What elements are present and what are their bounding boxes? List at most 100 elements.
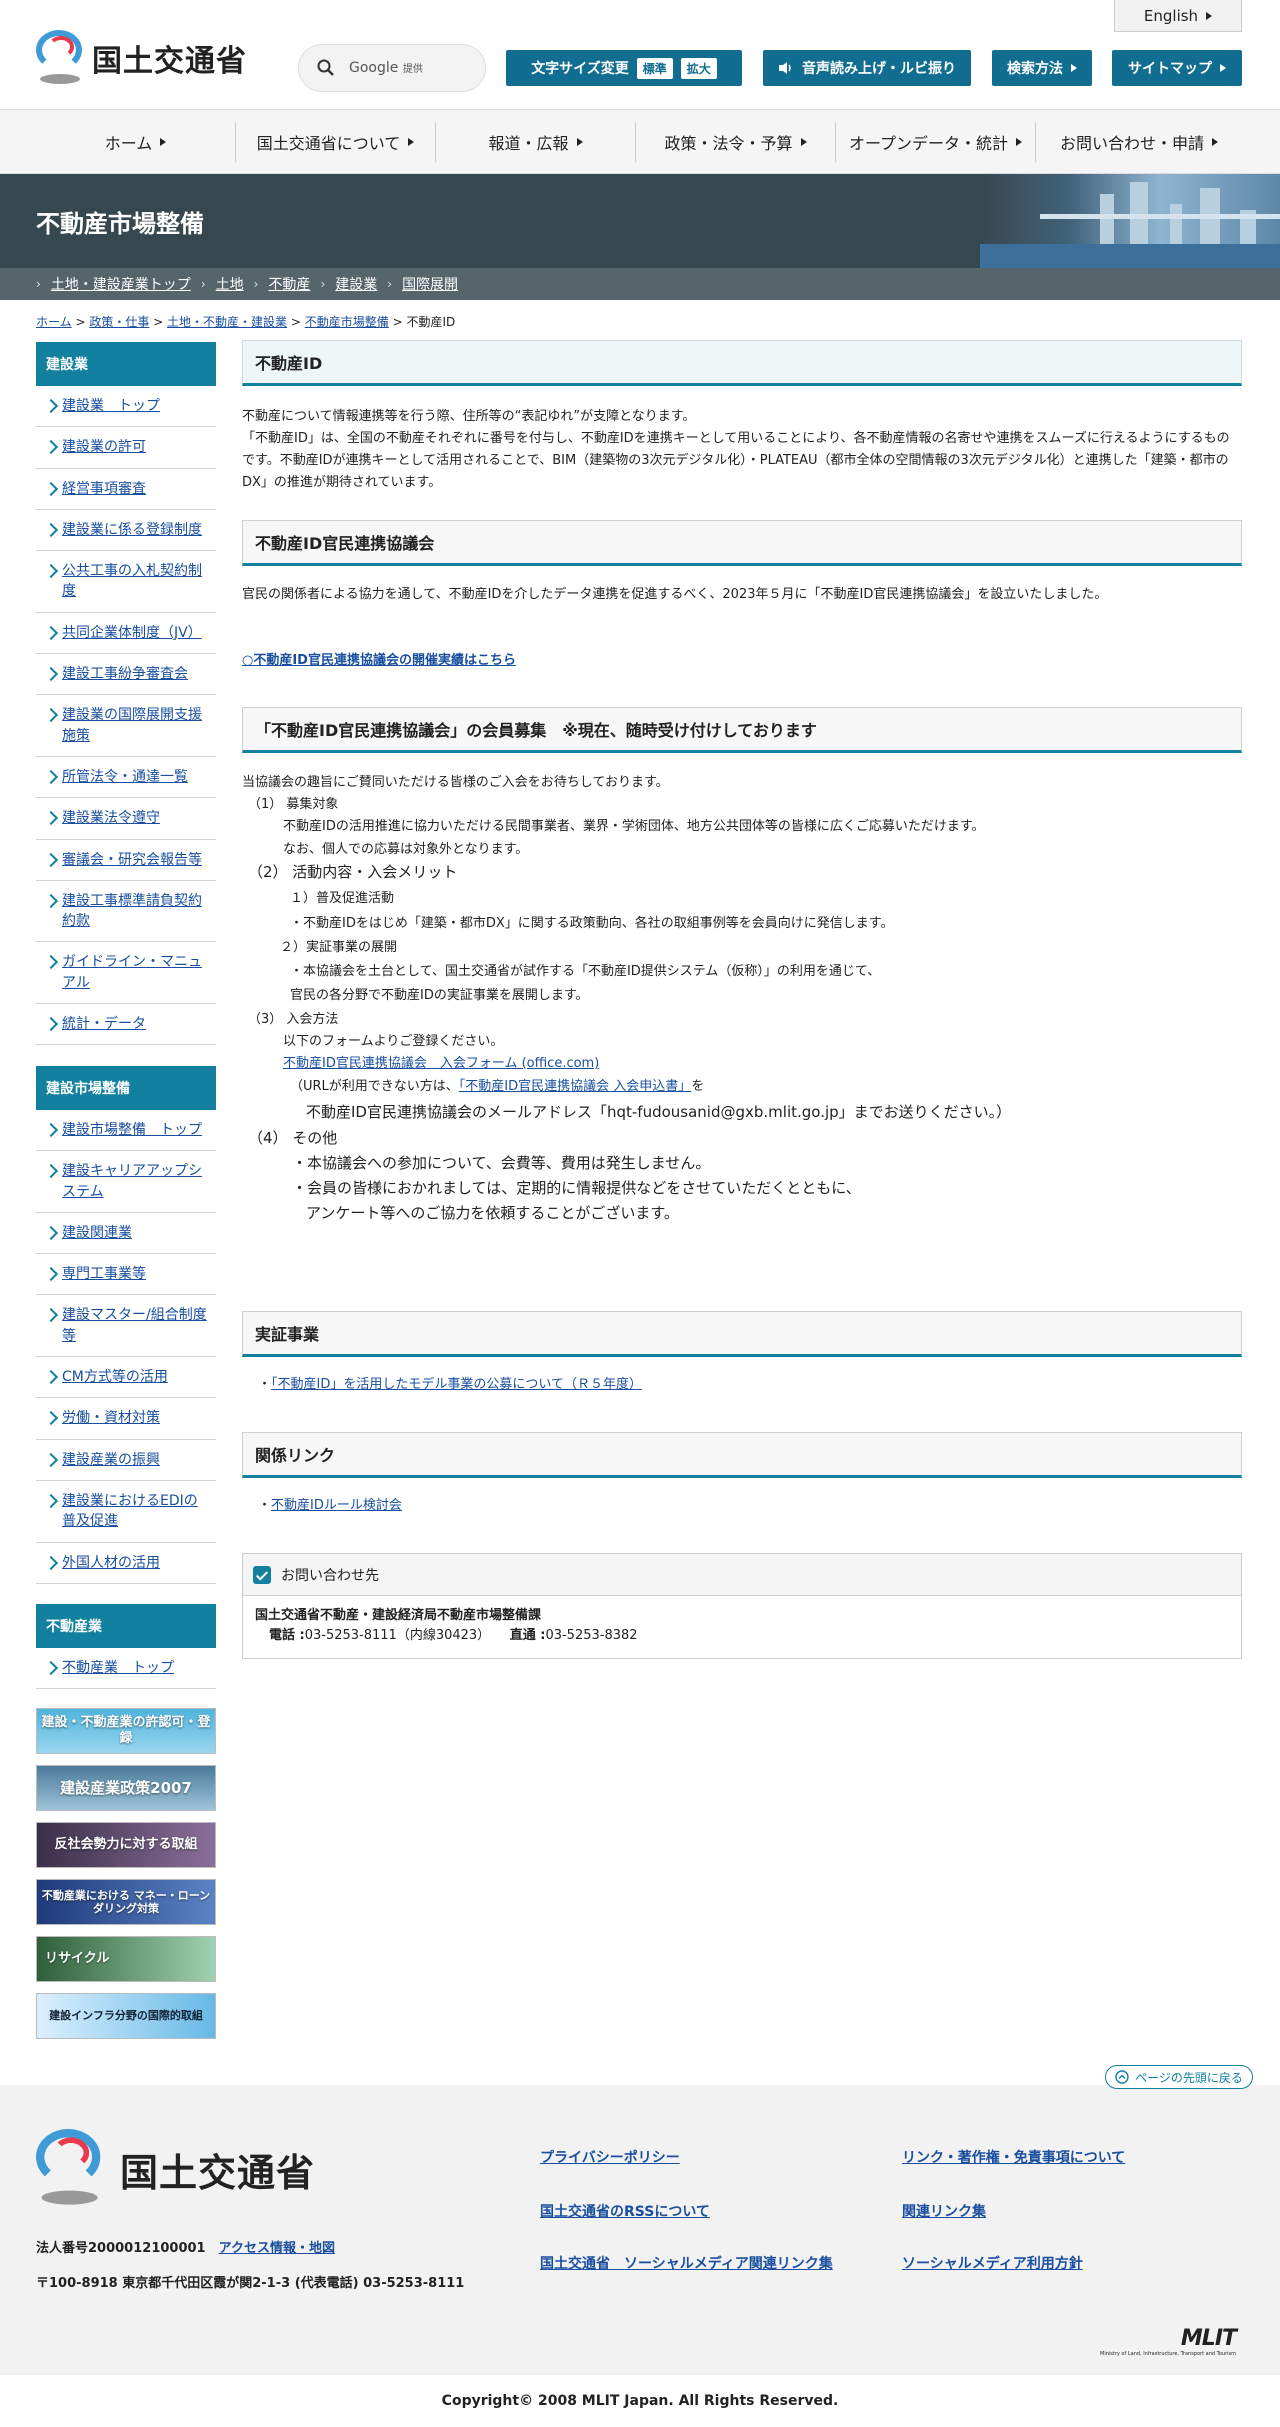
nav-contact[interactable]: お問い合わせ・申請	[1036, 122, 1242, 162]
sidebar-item[interactable]: 建設関連業	[36, 1213, 216, 1255]
sidebar-item[interactable]: 建設業の国際展開支援施策	[36, 695, 216, 757]
sidebar-item[interactable]: 共同企業体制度（JV）	[36, 613, 216, 655]
sidebar-link[interactable]: 建設業におけるEDIの普及促進	[62, 1493, 198, 1529]
site-logo[interactable]: 国土交通省	[36, 30, 247, 86]
sidebar-item[interactable]: 建設産業の振興	[36, 1440, 216, 1481]
sidebar-link[interactable]: 建設業法令遵守	[62, 810, 160, 826]
sidebar-item[interactable]: 経営事項審査	[36, 469, 216, 510]
banner-infra-international[interactable]: 建設インフラ分野の国際的取組	[36, 1993, 216, 2039]
sidebar-item[interactable]: CM方式等の活用	[36, 1357, 216, 1399]
search-method-button[interactable]: 検索方法	[992, 50, 1092, 86]
application-form-link[interactable]: 「不動産ID官民連携協議会 入会申込書」	[459, 1079, 691, 1094]
sidebar-item[interactable]: 建設業におけるEDIの普及促進	[36, 1481, 216, 1543]
footer-link-rss[interactable]: 国土交通省のRSSについて	[540, 2201, 710, 2221]
voice-reading-button[interactable]: 音声読み上げ・ルビ振り	[763, 50, 971, 86]
text-size-standard-button[interactable]: 標準	[636, 57, 673, 79]
sidebar-link[interactable]: 労働・資材対策	[62, 1410, 160, 1426]
subnav-land[interactable]: 土地	[216, 274, 244, 294]
sitemap-button[interactable]: サイトマップ	[1112, 50, 1242, 86]
sidebar-link[interactable]: 建設キャリアアップシステム	[62, 1163, 202, 1199]
sidebar-link[interactable]: 建設業の許可	[62, 439, 146, 455]
subnav-realestate[interactable]: 不動産	[268, 274, 310, 294]
sidebar-item[interactable]: 統計・データ	[36, 1004, 216, 1046]
nav-home[interactable]: ホーム	[36, 122, 236, 162]
rule-study-link[interactable]: 不動産IDルール検討会	[271, 1498, 402, 1513]
nav-policy[interactable]: 政策・法令・予算	[636, 122, 836, 162]
sidebar-link[interactable]: ガイドライン・マニュアル	[62, 954, 202, 990]
sidebar-link[interactable]: 建設業に係る登録制度	[62, 522, 202, 538]
english-button[interactable]: English	[1114, 0, 1242, 32]
breadcrumb-home[interactable]: ホーム	[36, 315, 72, 329]
sidebar-link[interactable]: 建設産業の振興	[62, 1452, 160, 1468]
banner-license-registration[interactable]: 建設・不動産業の許認可・登録	[36, 1708, 216, 1754]
sidebar-link[interactable]: 共同企業体制度（JV）	[62, 625, 202, 641]
breadcrumb-sep: >	[149, 315, 168, 329]
sidebar-link[interactable]: 建設工事標準請負契約約款	[62, 893, 202, 929]
footer-link-privacy[interactable]: プライバシーポリシー	[540, 2147, 680, 2167]
sidebar-link[interactable]: 建設マスター/組合制度等	[62, 1307, 207, 1343]
sidebar-link[interactable]: 建設業 トップ	[62, 398, 160, 414]
sidebar-item[interactable]: 外国人材の活用	[36, 1543, 216, 1584]
sidebar-item[interactable]: 建設工事標準請負契約約款	[36, 881, 216, 943]
page-top-button[interactable]: ページの先頭に戻る	[1105, 2065, 1253, 2089]
nav-press[interactable]: 報道・広報	[436, 122, 636, 162]
sidebar-link[interactable]: 外国人材の活用	[62, 1555, 160, 1571]
sidebar-link[interactable]: 公共工事の入札契約制度	[62, 563, 202, 599]
sidebar-link[interactable]: 経営事項審査	[62, 481, 146, 497]
subnav-international[interactable]: 国際展開	[402, 274, 458, 294]
sidebar-item[interactable]: 公共工事の入札契約制度	[36, 551, 216, 613]
membership-form-link[interactable]: 不動産ID官民連携協議会 入会フォーム (office.com)	[283, 1054, 599, 1074]
sidebar-item[interactable]: 建設業に係る登録制度	[36, 510, 216, 552]
sidebar-item[interactable]: 建設業法令遵守	[36, 798, 216, 840]
chevron-right-icon: ›	[253, 277, 259, 291]
sidebar-link[interactable]: 建設工事紛争審査会	[62, 666, 188, 682]
subnav-land-construction-top[interactable]: 土地・建設産業トップ	[51, 274, 191, 294]
breadcrumb-land[interactable]: 土地・不動産・建設業	[167, 315, 287, 329]
text-size-large-button[interactable]: 拡大	[680, 57, 717, 79]
sidebar-link[interactable]: 建設関連業	[62, 1225, 132, 1241]
banner-policy-2007[interactable]: 建設産業政策2007	[36, 1765, 216, 1811]
model-project-link[interactable]: 「不動産ID」を活用したモデル事業の公募について（Ｒ５年度）	[271, 1377, 642, 1392]
banner-antisocial[interactable]: 反社会勢力に対する取組	[36, 1822, 216, 1868]
sidebar-item[interactable]: 専門工事業等	[36, 1254, 216, 1296]
sidebar-item[interactable]: 労働・資材対策	[36, 1398, 216, 1440]
breadcrumb-market[interactable]: 不動産市場整備	[305, 315, 389, 329]
sidebar-item[interactable]: 建設業 トップ	[36, 386, 216, 428]
access-map-link[interactable]: アクセス情報・地図	[219, 2241, 335, 2256]
sidebar-heading-construction[interactable]: 建設業	[36, 342, 216, 386]
section-2-text-d: ・本協議会を土台として、国土交通省が試作する「不動産ID提供システム（仮称）」の…	[290, 964, 881, 979]
sidebar-link[interactable]: 審議会・研究会報告等	[62, 852, 202, 868]
banner-money-laundering[interactable]: 不動産業における マネー・ローンダリング対策	[36, 1879, 216, 1925]
sidebar-item[interactable]: ガイドライン・マニュアル	[36, 942, 216, 1005]
footer-link-related[interactable]: 関連リンク集	[902, 2201, 986, 2221]
footer-link-social-policy[interactable]: ソーシャルメディア利用方針	[902, 2253, 1083, 2273]
sidebar-item[interactable]: 審議会・研究会報告等	[36, 840, 216, 881]
sidebar-link[interactable]: CM方式等の活用	[62, 1369, 168, 1385]
sidebar-link[interactable]: 建設業の国際展開支援施策	[62, 707, 202, 743]
sidebar-link[interactable]: 統計・データ	[62, 1016, 146, 1032]
sidebar-link[interactable]: 専門工事業等	[62, 1266, 146, 1282]
footer-link-copyright[interactable]: リンク・著作権・免責事項について	[902, 2147, 1125, 2167]
sidebar-link[interactable]: 建設市場整備 トップ	[62, 1122, 202, 1138]
section-1-text-a: 不動産IDの活用推進に協力いただける民間事業者、業界・学術団体、地方公共団体等の…	[283, 819, 985, 834]
sidebar-item[interactable]: 建設市場整備 トップ	[36, 1110, 216, 1152]
subnav-construction[interactable]: 建設業	[335, 274, 377, 294]
footer-logo[interactable]: 国土交通省	[36, 2129, 315, 2209]
sidebar-heading-realestate[interactable]: 不動産業	[36, 1604, 216, 1648]
sidebar-item[interactable]: 建設工事紛争審査会	[36, 654, 216, 696]
sidebar-link[interactable]: 不動産業 トップ	[62, 1660, 174, 1676]
sidebar-item[interactable]: 所管法令・通達一覧	[36, 757, 216, 799]
sidebar-heading-market[interactable]: 建設市場整備	[36, 1066, 216, 1110]
breadcrumb-policy[interactable]: 政策・仕事	[89, 315, 149, 329]
banner-recycle[interactable]: リサイクル	[36, 1936, 216, 1982]
council-results-link[interactable]: ○不動産ID官民連携協議会の開催実績はこちら	[242, 651, 516, 671]
sidebar-item[interactable]: 建設業の許可	[36, 427, 216, 469]
sidebar-item[interactable]: 建設キャリアアップシステム	[36, 1151, 216, 1213]
sidebar-link[interactable]: 所管法令・通達一覧	[62, 769, 188, 785]
footer-link-social-links[interactable]: 国土交通省 ソーシャルメディア関連リンク集	[540, 2253, 833, 2273]
sidebar-item[interactable]: 不動産業 トップ	[36, 1648, 216, 1690]
nav-opendata[interactable]: オープンデータ・統計	[836, 122, 1036, 162]
nav-about[interactable]: 国土交通省について	[236, 122, 436, 162]
search-input[interactable]: Google 提供	[298, 44, 486, 92]
sidebar-item[interactable]: 建設マスター/組合制度等	[36, 1295, 216, 1358]
